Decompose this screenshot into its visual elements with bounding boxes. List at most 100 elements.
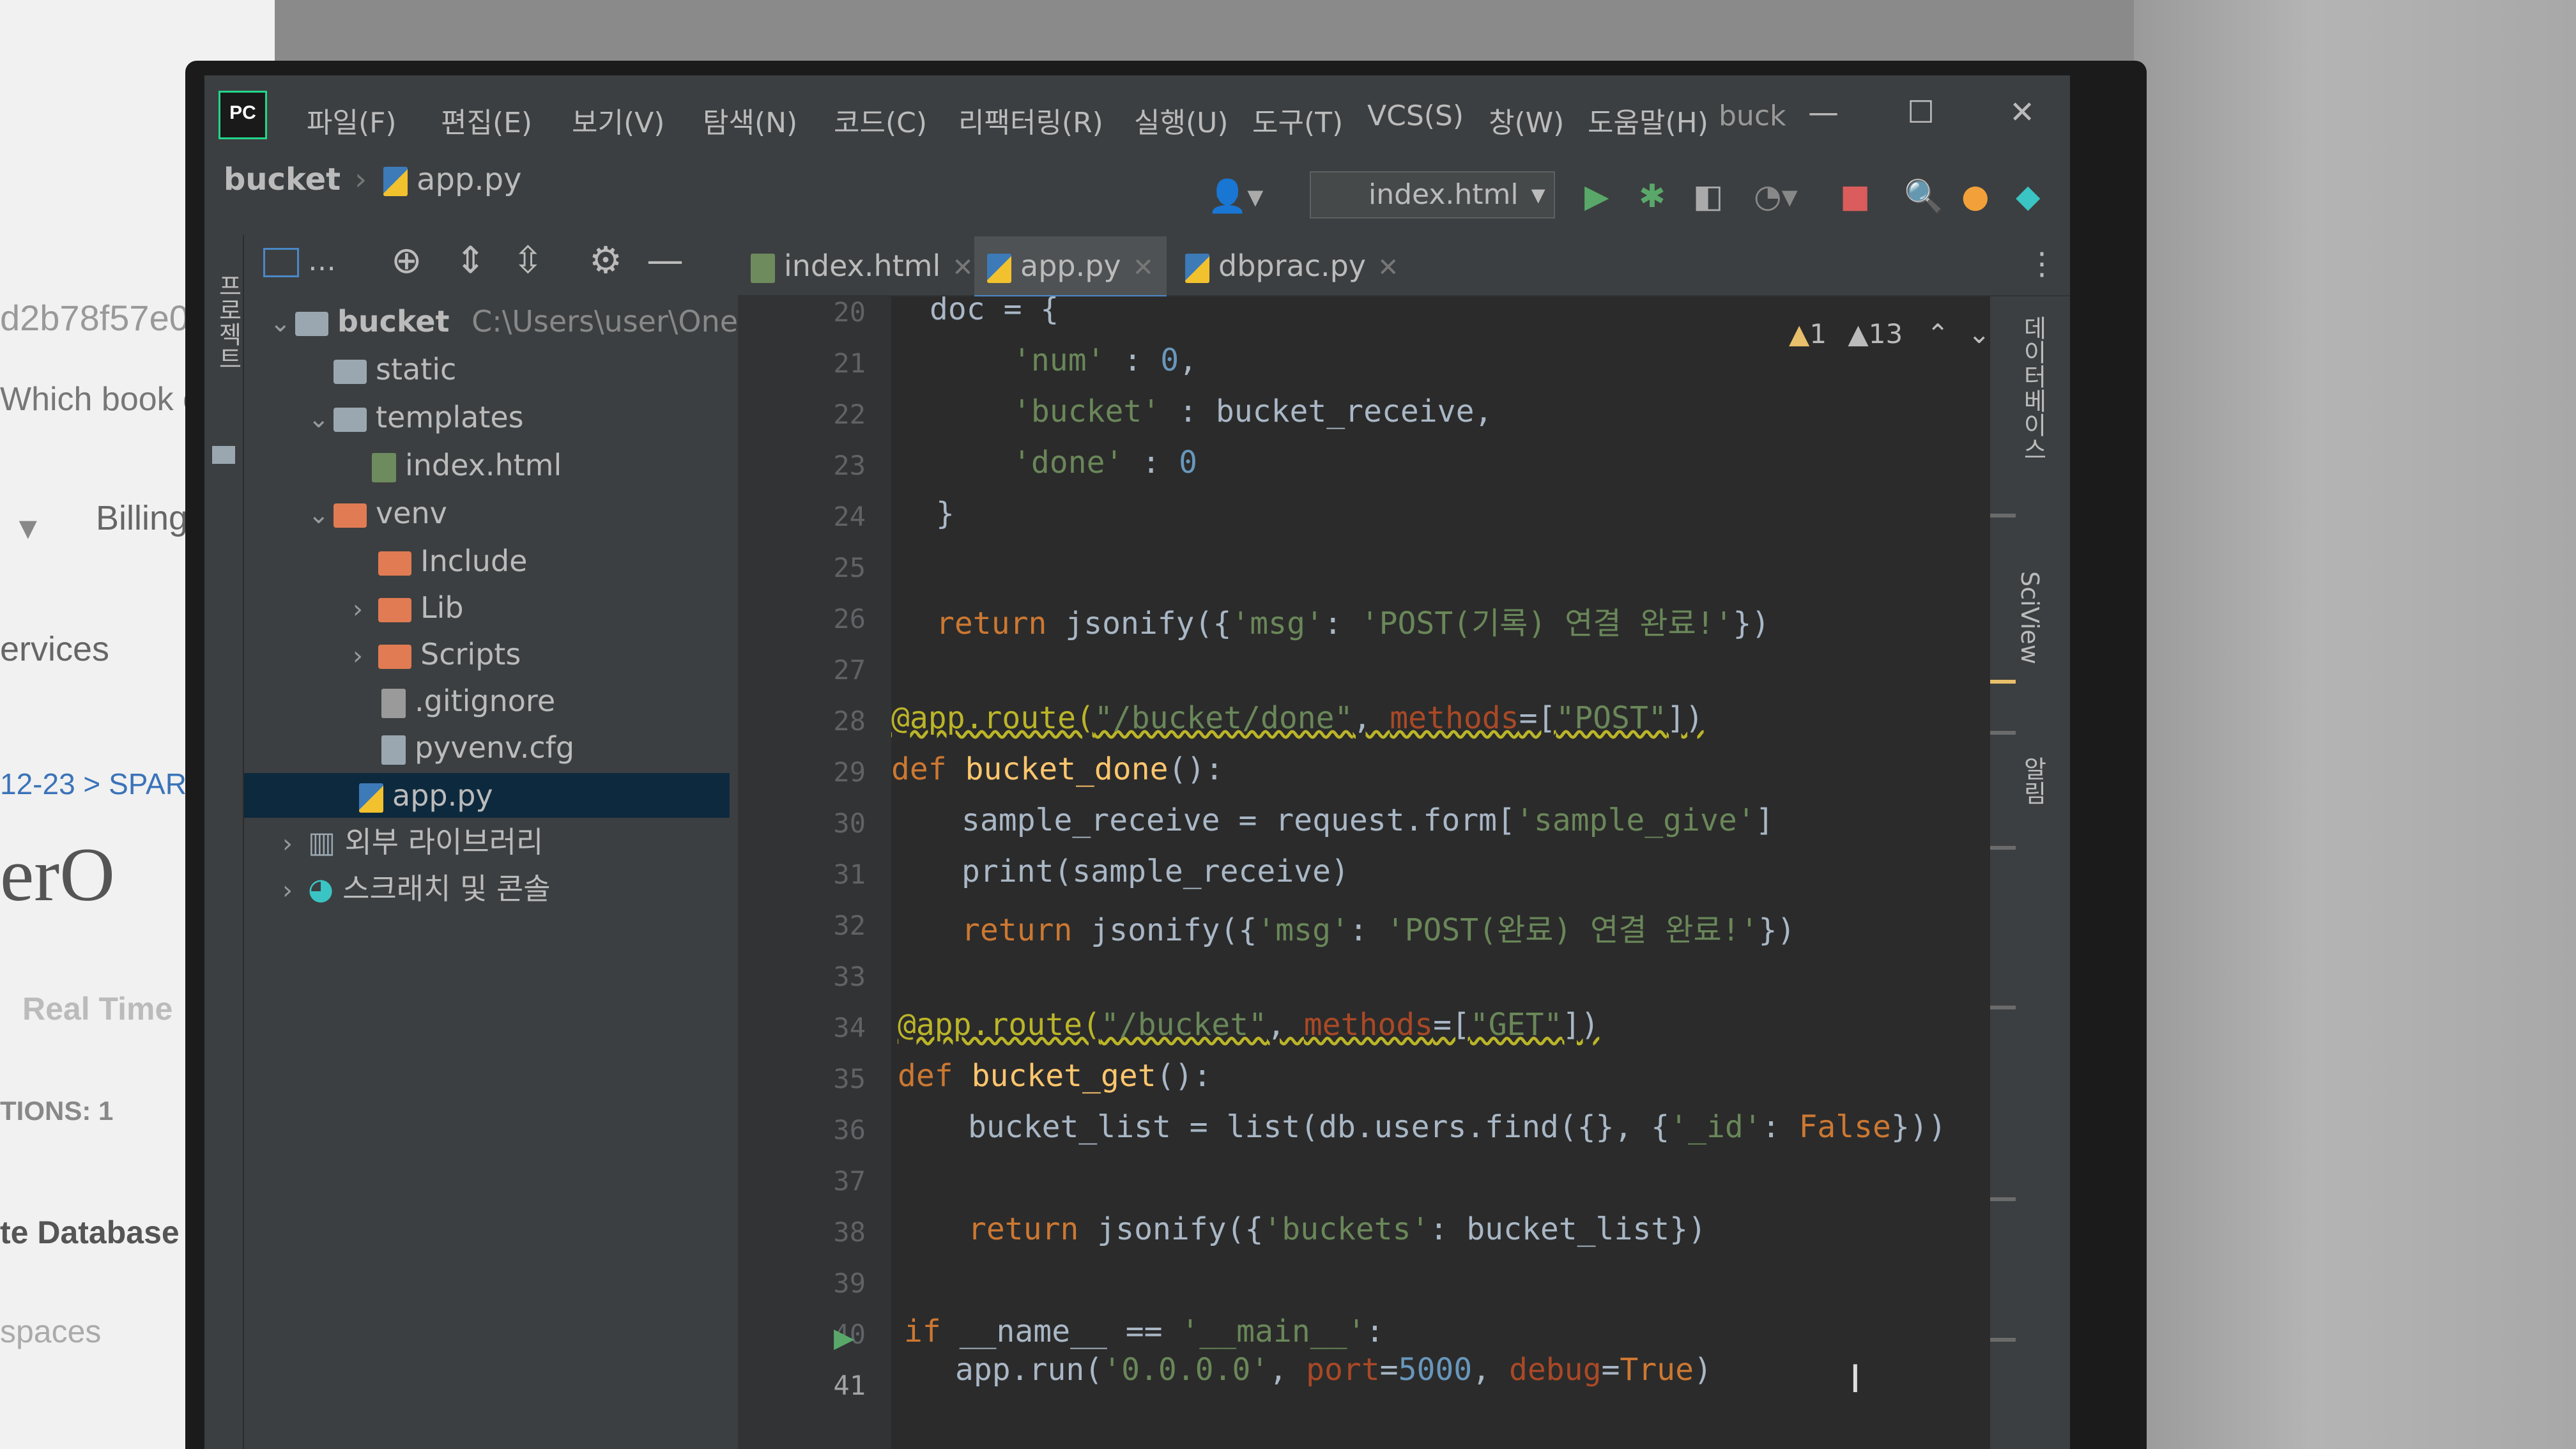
line-number: 22	[833, 399, 866, 430]
tree-item-pyvenv-cfg[interactable]: pyvenv.cfg	[381, 725, 574, 770]
bg-database-link[interactable]: te Database	[0, 1214, 180, 1251]
tree-item-index-html[interactable]: index.html	[372, 443, 562, 487]
bg-spaces-link[interactable]: spaces	[0, 1313, 101, 1350]
bg-services-link[interactable]: ervices	[0, 629, 109, 669]
folder-icon[interactable]	[212, 446, 235, 464]
code-line-35: def bucket_get():	[898, 1058, 1212, 1094]
code-editor[interactable]: doc = { 'num' : 0, 'bucket' : bucket_rec…	[891, 296, 1990, 1449]
menu-window[interactable]: 창(W)	[1489, 100, 1564, 141]
chevron-down-icon[interactable]: ▼	[13, 511, 43, 546]
tree-item-external-libraries[interactable]: › ▥ 외부 라이브러리	[282, 820, 543, 864]
menu-help[interactable]: 도움말(H)	[1588, 100, 1708, 141]
background-wall	[2134, 0, 2576, 1449]
close-icon[interactable]: ✕	[1133, 253, 1154, 282]
menu-vcs[interactable]: VCS(S)	[1367, 100, 1464, 132]
line-number: 20	[833, 296, 866, 328]
update-icon[interactable]: ●	[1961, 178, 1989, 215]
warning-count: 1	[1809, 318, 1827, 349]
menu-code[interactable]: 코드(C)	[834, 100, 927, 141]
line-number: 23	[833, 450, 866, 481]
tree-item-lib[interactable]: › Lib	[353, 585, 464, 630]
project-view-icon[interactable]	[263, 248, 299, 277]
coverage-icon[interactable]: ◧	[1693, 178, 1723, 215]
maximize-button[interactable]: ☐	[1907, 95, 1935, 130]
tree-item-include[interactable]: Include	[378, 539, 527, 583]
close-button[interactable]: ✕	[2009, 95, 2035, 130]
line-number: 24	[833, 501, 866, 532]
menu-tools[interactable]: 도구(T)	[1252, 100, 1343, 141]
scroll-marker	[1990, 731, 2016, 735]
tab-app-py[interactable]: app.py ✕	[974, 236, 1167, 299]
database-tool-tab[interactable]: 데이터베이스	[2016, 316, 2051, 461]
python-file-icon	[383, 167, 408, 196]
code-line-26: return jsonify({'msg': 'POST(기록) 연결 완료!'…	[936, 606, 1770, 641]
breadcrumb-separator: ›	[355, 162, 367, 197]
tree-item-scratches[interactable]: › ◕ 스크래치 및 콘솔	[282, 866, 551, 911]
tree-root-bucket[interactable]: ⌄ bucket C:\Users\user\One	[270, 299, 738, 344]
menu-run[interactable]: 실행(U)	[1134, 100, 1229, 141]
tree-item-static[interactable]: static	[334, 347, 456, 392]
gear-icon[interactable]: ⚙	[589, 238, 622, 282]
project-tool-tab[interactable]: 프로젝트	[211, 273, 246, 371]
bg-heading: erO	[0, 832, 115, 917]
notifications-tool-tab[interactable]: 알림	[2016, 756, 2051, 805]
tab-label: dbprac.py	[1218, 249, 1367, 283]
python-file-icon	[987, 253, 1011, 283]
more-icon[interactable]: …	[308, 245, 336, 277]
tab-index-html[interactable]: index.html ✕	[738, 236, 986, 295]
html-file-icon	[751, 253, 775, 283]
tree-item-label: app.py	[392, 778, 493, 813]
code-line-23: 'done' : 0	[1013, 445, 1197, 480]
sciview-tool-tab[interactable]: SciView	[2016, 571, 2044, 664]
run-gutter-icon[interactable]: ▶	[834, 1322, 854, 1353]
scroll-marker	[1990, 846, 2016, 850]
line-number: 34	[833, 1012, 866, 1043]
menu-view[interactable]: 보기(V)	[572, 100, 664, 141]
tree-item-templates[interactable]: ⌄ templates	[308, 395, 524, 440]
scratch-icon: ◕	[308, 871, 334, 906]
stop-icon[interactable]: ■	[1840, 178, 1870, 215]
profile-icon[interactable]: ◔▾	[1754, 178, 1798, 215]
minimize-button[interactable]: —	[1808, 95, 1839, 130]
menu-bar: PC 파일(F) 편집(E) 보기(V) 탐색(N) 코드(C) 리팩터링(R)…	[204, 75, 2070, 146]
menu-navigate[interactable]: 탐색(N)	[703, 100, 797, 141]
user-account-icon[interactable]: 👤▾	[1208, 178, 1263, 215]
jetbrains-ai-icon[interactable]: ◆	[2016, 178, 2040, 215]
tree-item-label: Include	[420, 544, 528, 578]
inspection-widget[interactable]: ▲1 ▲13 ⌃ ⌄	[1789, 318, 1990, 349]
tree-item-label: templates	[376, 400, 524, 434]
bg-billing-link[interactable]: Billing	[96, 498, 188, 538]
folder-icon	[378, 551, 411, 576]
code-line-21: 'num' : 0,	[1013, 342, 1198, 378]
chevron-down-icon[interactable]: ⌄	[1968, 318, 1990, 349]
breadcrumb-project[interactable]: bucket	[224, 162, 341, 197]
line-number: 29	[833, 756, 866, 788]
search-icon[interactable]: 🔍	[1904, 178, 1943, 215]
expand-all-icon[interactable]: ⇕	[455, 238, 486, 282]
close-icon[interactable]: ✕	[1377, 253, 1399, 282]
tree-item-venv[interactable]: ⌄ venv	[308, 491, 447, 535]
run-config-dropdown[interactable]: index.html ▾	[1310, 171, 1555, 218]
run-icon[interactable]: ▶	[1584, 178, 1609, 215]
line-number: 30	[833, 808, 866, 839]
code-line-28: @app.route("/bucket/done", methods=["POS…	[891, 700, 1704, 736]
breadcrumb-file[interactable]: app.py	[383, 162, 521, 197]
chevron-up-icon[interactable]: ⌃	[1927, 318, 1949, 349]
menu-file[interactable]: 파일(F)	[307, 100, 397, 141]
hide-panel-icon[interactable]: —	[647, 238, 684, 282]
collapse-all-icon[interactable]: ⇳	[512, 238, 544, 282]
tree-item-app-py[interactable]: app.py	[244, 773, 730, 818]
line-number: 26	[833, 603, 866, 634]
debug-icon[interactable]: ✱	[1639, 178, 1666, 215]
menu-edit[interactable]: 편집(E)	[441, 100, 532, 141]
tree-item-gitignore[interactable]: .gitignore	[381, 678, 555, 723]
python-file-icon	[1185, 253, 1209, 283]
line-number: 32	[833, 910, 866, 941]
tree-item-scripts[interactable]: › Scripts	[353, 632, 521, 677]
more-tabs-icon[interactable]: ⋮	[2027, 246, 2057, 282]
chevron-right-icon: ›	[353, 595, 363, 624]
tab-dbprac-py[interactable]: dbprac.py ✕	[1172, 236, 1412, 295]
close-icon[interactable]: ✕	[952, 253, 974, 282]
locate-icon[interactable]: ⊕	[391, 238, 422, 282]
menu-refactor[interactable]: 리팩터링(R)	[958, 100, 1103, 141]
